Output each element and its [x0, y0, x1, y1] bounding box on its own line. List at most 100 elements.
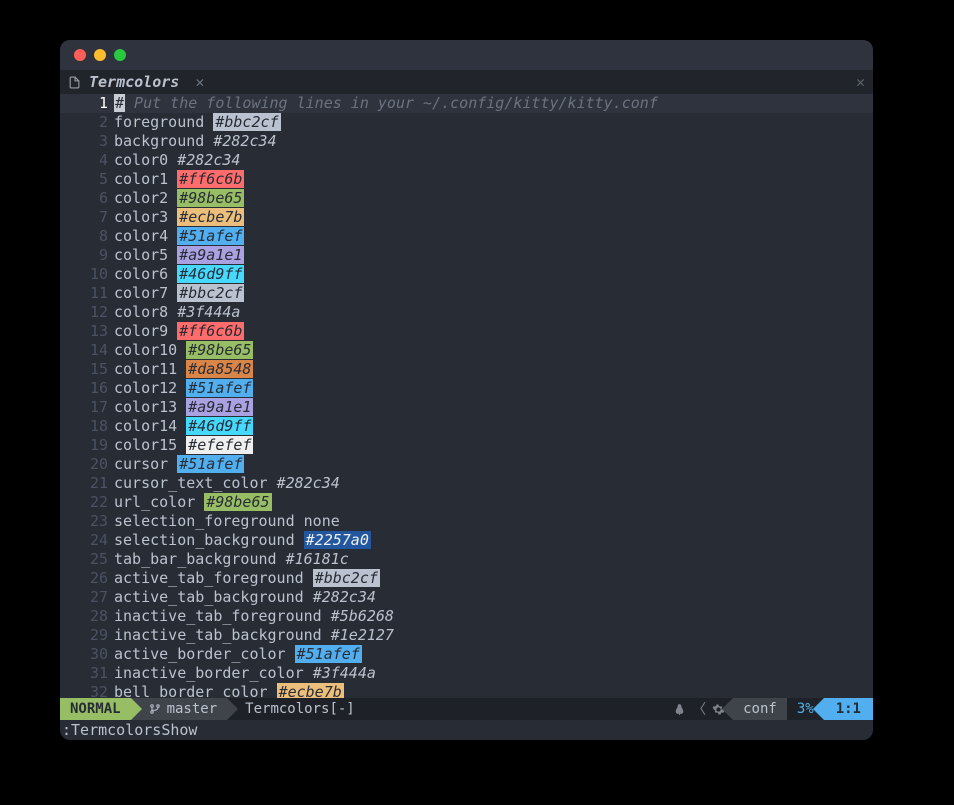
cursor-position-segment: 1:1	[824, 698, 873, 720]
line-number: 13	[60, 322, 114, 341]
code-line[interactable]: 20cursor #51afef	[60, 455, 873, 474]
line-number: 30	[60, 645, 114, 664]
titlebar	[60, 40, 873, 70]
line-number: 18	[60, 417, 114, 436]
code-line[interactable]: 27active_tab_background #282c34	[60, 588, 873, 607]
code-line[interactable]: 25tab_bar_background #16181c	[60, 550, 873, 569]
code-content: inactive_tab_foreground #5b6268	[114, 607, 394, 626]
buffer-tab[interactable]: Termcolors ✕	[60, 70, 212, 94]
chevron-left-icon: 〈	[692, 699, 706, 719]
editor-viewport[interactable]: 1# Put the following lines in your ~/.co…	[60, 94, 873, 698]
code-content: tab_bar_background #16181c	[114, 550, 349, 569]
code-content: color14 #46d9ff	[114, 417, 253, 436]
color-swatch: #98be65	[204, 493, 271, 511]
code-line[interactable]: 8color4 #51afef	[60, 227, 873, 246]
code-line[interactable]: 9color5 #a9a1e1	[60, 246, 873, 265]
code-line[interactable]: 19color15 #efefef	[60, 436, 873, 455]
code-line[interactable]: 22url_color #98be65	[60, 493, 873, 512]
code-line[interactable]: 10color6 #46d9ff	[60, 265, 873, 284]
color-swatch: #ff6c6b	[177, 170, 244, 188]
line-number: 19	[60, 436, 114, 455]
code-content: active_border_color #51afef	[114, 645, 362, 664]
code-content: active_tab_background #282c34	[114, 588, 376, 607]
code-line[interactable]: 12color8 #3f444a	[60, 303, 873, 322]
code-content: bell_border_color #ecbe7b	[114, 683, 344, 698]
modified-flag: [-]	[329, 701, 354, 717]
code-line[interactable]: 6color2 #98be65	[60, 189, 873, 208]
line-number: 6	[60, 189, 114, 208]
statusline: NORMAL master Termcolors[-] 〈 conf 3% 1:…	[60, 698, 873, 720]
buffer-tab-title: Termcolors	[89, 73, 179, 91]
line-number: 28	[60, 607, 114, 626]
color-swatch: #46d9ff	[186, 417, 253, 435]
line-number: 9	[60, 246, 114, 265]
code-line[interactable]: 17color13 #a9a1e1	[60, 398, 873, 417]
line-number: 11	[60, 284, 114, 303]
code-line[interactable]: 14color10 #98be65	[60, 341, 873, 360]
line-number: 20	[60, 455, 114, 474]
code-content: active_tab_foreground #bbc2cf	[114, 569, 380, 588]
line-number: 16	[60, 379, 114, 398]
color-swatch: #a9a1e1	[186, 398, 253, 416]
code-content: color12 #51afef	[114, 379, 253, 398]
color-swatch: #98be65	[177, 189, 244, 207]
code-content: selection_foreground none	[114, 512, 340, 531]
code-line[interactable]: 11color7 #bbc2cf	[60, 284, 873, 303]
code-line[interactable]: 5color1 #ff6c6b	[60, 170, 873, 189]
code-content: background #282c34	[114, 132, 277, 151]
linux-icon	[673, 701, 686, 717]
window-minimize-button[interactable]	[94, 49, 106, 61]
mode-indicator: NORMAL	[60, 698, 131, 720]
color-swatch: #da8548	[186, 360, 253, 378]
code-content: color7 #bbc2cf	[114, 284, 244, 303]
code-content: color15 #efefef	[114, 436, 253, 455]
code-line[interactable]: 28inactive_tab_foreground #5b6268	[60, 607, 873, 626]
code-line[interactable]: 26active_tab_foreground #bbc2cf	[60, 569, 873, 588]
line-number: 14	[60, 341, 114, 360]
color-swatch: #46d9ff	[177, 265, 244, 283]
code-content: color11 #da8548	[114, 360, 253, 379]
line-number: 22	[60, 493, 114, 512]
code-line[interactable]: 29inactive_tab_background #1e2127	[60, 626, 873, 645]
code-content: foreground #bbc2cf	[114, 113, 281, 132]
code-line[interactable]: 18color14 #46d9ff	[60, 417, 873, 436]
code-line[interactable]: 4color0 #282c34	[60, 151, 873, 170]
code-content: color9 #ff6c6b	[114, 322, 244, 341]
code-line[interactable]: 21cursor_text_color #282c34	[60, 474, 873, 493]
code-line[interactable]: 7color3 #ecbe7b	[60, 208, 873, 227]
code-line[interactable]: 13color9 #ff6c6b	[60, 322, 873, 341]
color-swatch: #51afef	[186, 379, 253, 397]
command-line[interactable]: :TermcolorsShow	[60, 720, 873, 740]
color-swatch: #ecbe7b	[277, 683, 344, 698]
line-number: 7	[60, 208, 114, 227]
window-close-button[interactable]	[74, 49, 86, 61]
code-line[interactable]: 30active_border_color #51afef	[60, 645, 873, 664]
tab-close-icon[interactable]: ✕	[195, 73, 204, 91]
code-content: # Put the following lines in your ~/.con…	[114, 94, 658, 113]
code-content: cursor #51afef	[114, 455, 244, 474]
code-line[interactable]: 23selection_foreground none	[60, 512, 873, 531]
code-line[interactable]: 24selection_background #2257a0	[60, 531, 873, 550]
line-number: 21	[60, 474, 114, 493]
code-line[interactable]: 15color11 #da8548	[60, 360, 873, 379]
line-number: 4	[60, 151, 114, 170]
tabline-close-icon[interactable]: ✕	[856, 73, 865, 91]
code-line[interactable]: 31inactive_border_color #3f444a	[60, 664, 873, 683]
git-branch-segment: master	[131, 698, 228, 720]
code-line[interactable]: 1# Put the following lines in your ~/.co…	[60, 94, 873, 113]
line-number: 17	[60, 398, 114, 417]
line-number: 2	[60, 113, 114, 132]
statusline-filename: Termcolors	[245, 701, 329, 717]
window-zoom-button[interactable]	[114, 49, 126, 61]
terminal-window: Termcolors ✕ ✕ 1# Put the following line…	[60, 40, 873, 740]
code-line[interactable]: 32bell_border_color #ecbe7b	[60, 683, 873, 698]
code-line[interactable]: 3background #282c34	[60, 132, 873, 151]
line-number: 12	[60, 303, 114, 322]
code-line[interactable]: 16color12 #51afef	[60, 379, 873, 398]
code-line[interactable]: 2foreground #bbc2cf	[60, 113, 873, 132]
line-number: 23	[60, 512, 114, 531]
code-content: color5 #a9a1e1	[114, 246, 244, 265]
code-content: selection_background #2257a0	[114, 531, 371, 550]
code-content: cursor_text_color #282c34	[114, 474, 340, 493]
line-number: 26	[60, 569, 114, 588]
